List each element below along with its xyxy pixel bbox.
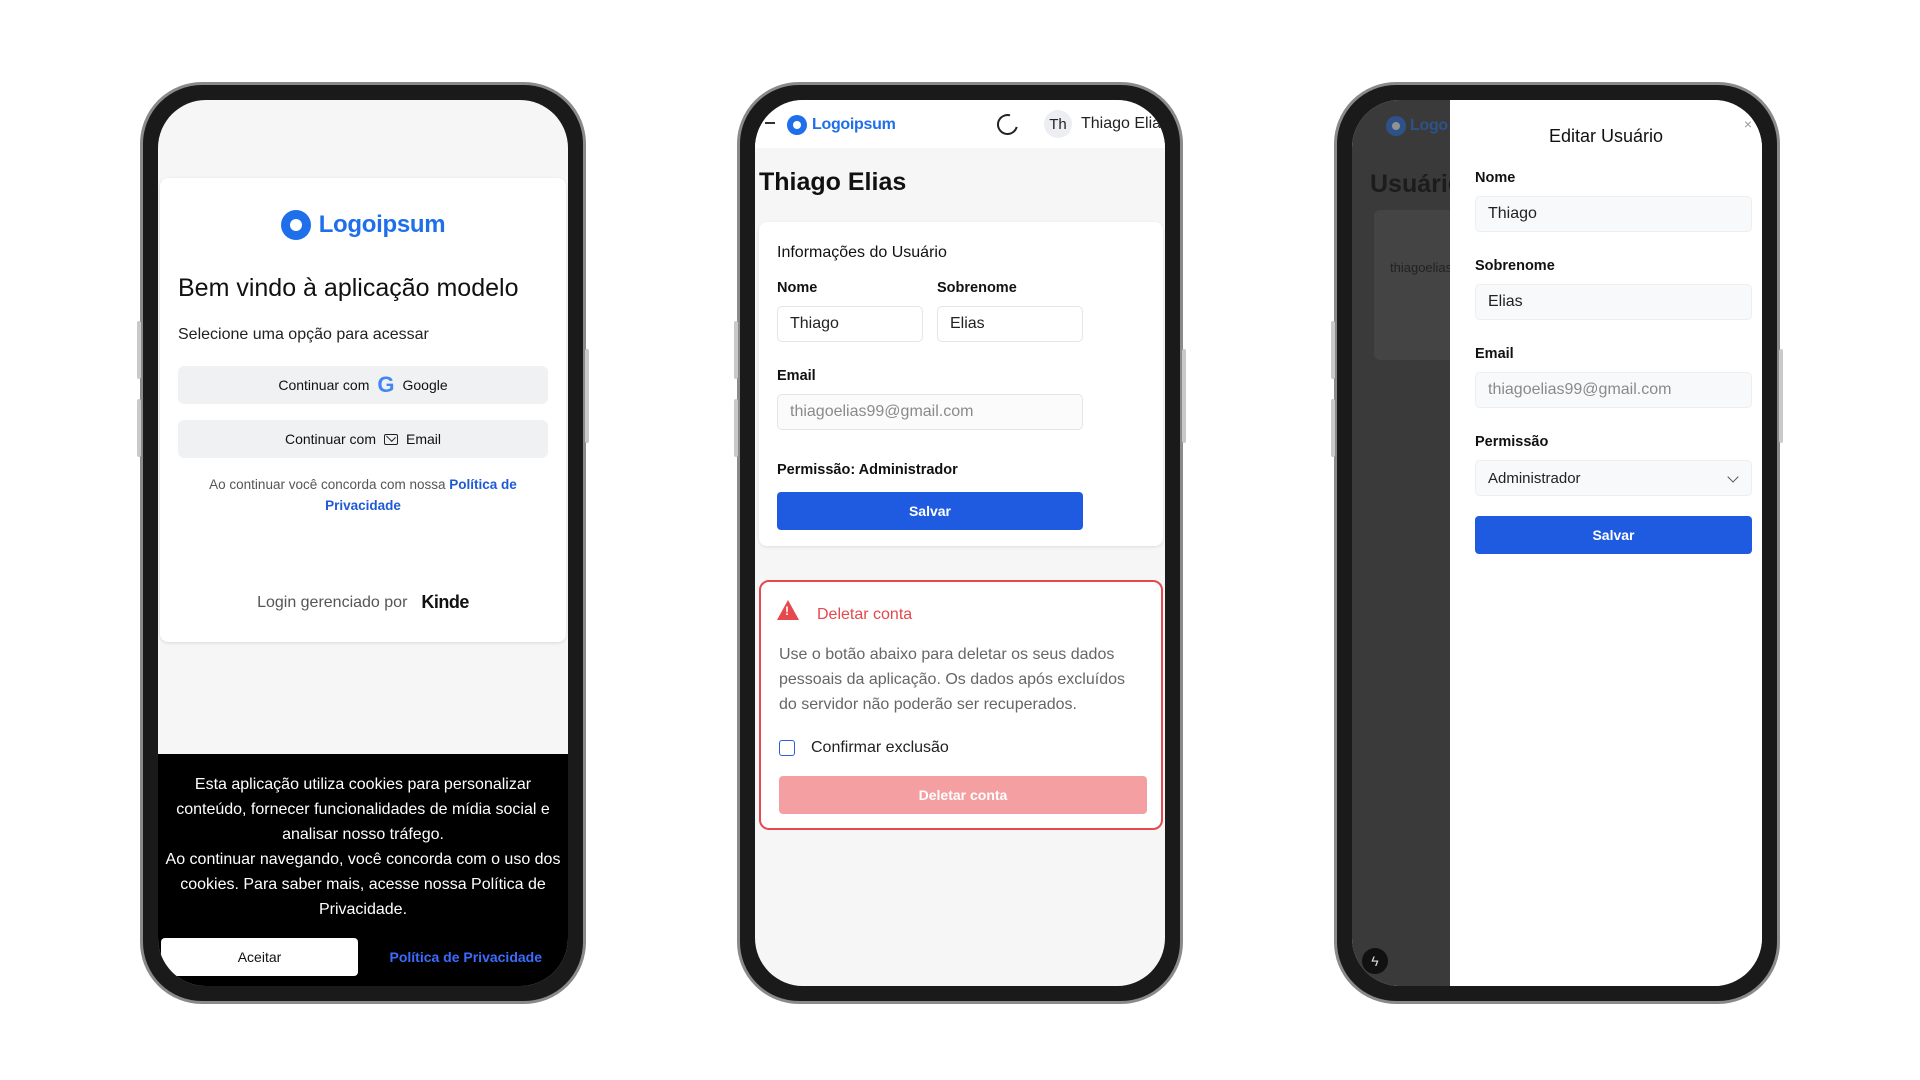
permission-label: Permissão: [1475, 434, 1549, 450]
phone-login: Logoipsum Bem vindo à aplicação modelo S…: [137, 82, 589, 1004]
last-name-label: Sobrenome: [937, 280, 1017, 296]
cookie-line-1: Esta aplicação utiliza cookies para pers…: [176, 776, 550, 843]
bolt-icon[interactable]: ϟ: [1362, 948, 1388, 974]
first-name-label: Nome: [1475, 170, 1516, 186]
permission-select-value: Administrador: [1488, 469, 1581, 487]
volume-down-button: [137, 399, 141, 457]
chevron-down-icon: [1727, 471, 1739, 483]
power-button: [1779, 349, 1783, 443]
cookie-banner: Esta aplicação utiliza cookies para pers…: [158, 754, 568, 986]
dark-mode-toggle-icon[interactable]: [993, 110, 1022, 139]
google-icon: G: [377, 372, 395, 397]
phone-profile: Logoipsum Th Thiago Elias Thiago Elias I…: [734, 82, 1186, 1004]
permission-select[interactable]: Administrador: [1475, 460, 1752, 496]
mail-icon: [384, 433, 399, 445]
navbar-logo[interactable]: Logoipsum: [787, 115, 896, 135]
welcome-heading: Bem vindo à aplicação modelo: [178, 274, 519, 302]
phone-edit-user: Logo Usuários thiagoelias9 ϟ Editar Usuá…: [1331, 82, 1783, 1004]
continue-google-button[interactable]: Continuar com G Google: [178, 366, 548, 404]
volume-down-button: [1331, 399, 1335, 457]
user-info-card: Informações do Usuário Nome Thiago Sobre…: [759, 222, 1163, 546]
login-subtitle: Selecione uma opção para acessar: [178, 326, 429, 343]
volume-up-button: [1331, 321, 1335, 379]
logo-text: Logoipsum: [812, 116, 896, 133]
delete-account-title: Deletar conta: [817, 606, 913, 623]
last-name-label: Sobrenome: [1475, 258, 1555, 274]
card-title: Informações do Usuário: [777, 244, 947, 261]
volume-down-button: [734, 399, 738, 457]
delete-account-card: Deletar conta Use o botão abaixo para de…: [759, 580, 1163, 830]
logo-mark-icon: [1386, 116, 1406, 136]
volume-up-button: [734, 321, 738, 379]
first-name-input[interactable]: Thiago: [1475, 196, 1752, 232]
continue-email-label: Email: [406, 431, 442, 447]
backdrop-logo: Logo: [1386, 116, 1448, 136]
menu-icon[interactable]: [765, 122, 775, 124]
warning-icon: [777, 600, 799, 620]
login-card: Logoipsum Bem vindo à aplicação modelo S…: [160, 178, 566, 642]
backdrop-logo-text: Logo: [1410, 117, 1448, 134]
power-button: [585, 349, 589, 443]
dimmed-backdrop[interactable]: Logo Usuários thiagoelias9 ϟ: [1352, 100, 1477, 986]
screen-edit-user: Logo Usuários thiagoelias9 ϟ Editar Usuá…: [1352, 100, 1762, 986]
page-title: Thiago Elias: [759, 168, 907, 196]
last-name-input[interactable]: Elias: [937, 306, 1083, 342]
logo-mark-icon: [280, 210, 311, 240]
email-label: Email: [1475, 346, 1514, 362]
continue-email-prefix: Continuar com: [284, 431, 377, 447]
screen-login: Logoipsum Bem vindo à aplicação modelo S…: [158, 100, 568, 986]
email-field: thiagoelias99@gmail.com: [1475, 372, 1752, 408]
continue-google-label: Google: [402, 377, 448, 393]
email-field: thiagoelias99@gmail.com: [777, 394, 1083, 430]
save-button[interactable]: Salvar: [777, 492, 1083, 530]
avatar[interactable]: Th: [1044, 110, 1072, 138]
top-navbar: Logoipsum Th Thiago Elias: [755, 100, 1165, 148]
continue-email-button[interactable]: Continuar com Email: [178, 420, 548, 458]
backdrop-card: [1374, 210, 1454, 360]
email-label: Email: [777, 368, 816, 384]
first-name-label: Nome: [777, 280, 818, 296]
save-button[interactable]: Salvar: [1475, 516, 1752, 554]
terms-notice: Ao continuar você concorda com nossa Pol…: [190, 474, 536, 516]
first-name-input[interactable]: Thiago: [777, 306, 923, 342]
delete-account-description: Use o botão abaixo para deletar os seus …: [779, 646, 1125, 713]
continue-google-prefix: Continuar com: [278, 377, 370, 393]
accept-cookies-button[interactable]: Aceitar: [161, 938, 358, 976]
cookie-line-2: Ao continuar navegando, você concorda co…: [165, 851, 561, 918]
delete-account-button[interactable]: Deletar conta: [779, 776, 1147, 814]
kinde-logo: Kinde: [421, 592, 469, 612]
edit-user-drawer: Editar Usuário × Nome Thiago Sobrenome E…: [1450, 100, 1762, 986]
permission-text: Permissão: Administrador: [777, 462, 958, 478]
logo-mark-icon: [787, 115, 807, 135]
confirm-delete-label[interactable]: Confirmar exclusão: [811, 739, 949, 757]
logo: Logoipsum: [160, 210, 566, 240]
mockup-stage: Logoipsum Bem vindo à aplicação modelo S…: [0, 0, 1920, 1080]
screen-profile: Logoipsum Th Thiago Elias Thiago Elias I…: [755, 100, 1165, 986]
backdrop-row: thiagoelias9: [1390, 260, 1460, 275]
close-icon[interactable]: ×: [1744, 116, 1752, 132]
volume-up-button: [137, 321, 141, 379]
cookie-privacy-link[interactable]: Política de Privacidade: [389, 949, 542, 965]
cookie-text: Esta aplicação utiliza cookies para pers…: [164, 772, 562, 922]
kinde-footer: Login gerenciado por Kinde: [160, 592, 566, 613]
terms-text: Ao continuar você concorda com nossa: [209, 477, 450, 492]
power-button: [1182, 349, 1186, 443]
navbar-user-name[interactable]: Thiago Elias: [1081, 115, 1165, 133]
managed-by-label: Login gerenciado por: [257, 593, 408, 611]
last-name-input[interactable]: Elias: [1475, 284, 1752, 320]
confirm-delete-checkbox[interactable]: [779, 740, 795, 756]
drawer-title: Editar Usuário: [1548, 126, 1664, 146]
logo-text: Logoipsum: [318, 211, 446, 238]
